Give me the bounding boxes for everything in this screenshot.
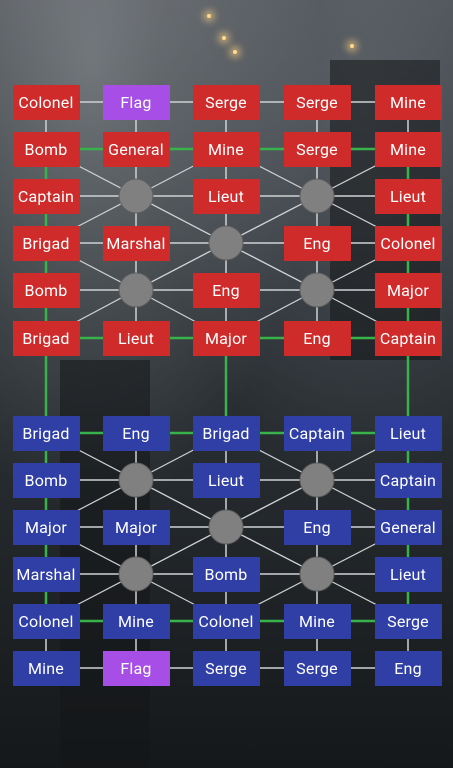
blue-piece-serge[interactable]: Serge xyxy=(374,603,442,639)
blue-piece-flag[interactable]: Flag xyxy=(102,650,170,686)
blue-piece-captain[interactable]: Captain xyxy=(374,462,442,498)
red-piece-colonel[interactable]: Colonel xyxy=(374,225,442,261)
red-piece-colonel[interactable]: Colonel xyxy=(12,84,80,120)
blue-piece-eng[interactable]: Eng xyxy=(102,415,170,451)
game-board: Colonel Flag Serge Serge Mine Bomb General Mine… xyxy=(0,0,453,768)
blue-piece-serge[interactable]: Serge xyxy=(283,650,351,686)
red-piece-lieut[interactable]: Lieut xyxy=(374,178,442,214)
camp-circle[interactable] xyxy=(299,178,335,214)
blue-piece-serge[interactable]: Serge xyxy=(192,650,260,686)
blue-piece-eng[interactable]: Eng xyxy=(374,650,442,686)
blue-piece-mine[interactable]: Mine xyxy=(283,603,351,639)
camp-circle[interactable] xyxy=(208,225,244,261)
blue-piece-colonel[interactable]: Colonel xyxy=(192,603,260,639)
camp-circle[interactable] xyxy=(299,556,335,592)
blue-piece-bomb[interactable]: Bomb xyxy=(192,556,260,592)
red-piece-captain[interactable]: Captain xyxy=(374,320,442,356)
red-piece-lieut[interactable]: Lieut xyxy=(102,320,170,356)
red-piece-eng[interactable]: Eng xyxy=(283,320,351,356)
red-piece-brigad[interactable]: Brigad xyxy=(12,225,80,261)
red-piece-bomb[interactable]: Bomb xyxy=(12,131,80,167)
blue-piece-marshal[interactable]: Marshal xyxy=(12,556,80,592)
blue-piece-bomb[interactable]: Bomb xyxy=(12,462,80,498)
red-piece-serge[interactable]: Serge xyxy=(283,131,351,167)
blue-piece-mine[interactable]: Mine xyxy=(102,603,170,639)
blue-piece-lieut[interactable]: Lieut xyxy=(192,462,260,498)
red-piece-bomb[interactable]: Bomb xyxy=(12,272,80,308)
camp-circle[interactable] xyxy=(299,462,335,498)
red-piece-marshal[interactable]: Marshal xyxy=(102,225,170,261)
red-piece-serge[interactable]: Serge xyxy=(192,84,260,120)
blue-piece-general[interactable]: General xyxy=(374,509,442,545)
blue-piece-captain[interactable]: Captain xyxy=(283,415,351,451)
red-piece-general[interactable]: General xyxy=(102,131,170,167)
red-piece-major[interactable]: Major xyxy=(192,320,260,356)
red-piece-eng[interactable]: Eng xyxy=(283,225,351,261)
blue-piece-brigad[interactable]: Brigad xyxy=(192,415,260,451)
red-piece-brigad[interactable]: Brigad xyxy=(12,320,80,356)
blue-piece-major[interactable]: Major xyxy=(12,509,80,545)
camp-circle[interactable] xyxy=(118,272,154,308)
blue-piece-colonel[interactable]: Colonel xyxy=(12,603,80,639)
red-piece-lieut[interactable]: Lieut xyxy=(192,178,260,214)
blue-piece-brigad[interactable]: Brigad xyxy=(12,415,80,451)
camp-circle[interactable] xyxy=(118,556,154,592)
blue-piece-mine[interactable]: Mine xyxy=(12,650,80,686)
camp-circle[interactable] xyxy=(299,272,335,308)
blue-piece-major[interactable]: Major xyxy=(102,509,170,545)
red-piece-mine[interactable]: Mine xyxy=(192,131,260,167)
red-piece-serge[interactable]: Serge xyxy=(283,84,351,120)
blue-piece-eng[interactable]: Eng xyxy=(283,509,351,545)
camp-circle[interactable] xyxy=(118,462,154,498)
blue-piece-lieut[interactable]: Lieut xyxy=(374,415,442,451)
camp-circle[interactable] xyxy=(208,509,244,545)
red-piece-flag[interactable]: Flag xyxy=(102,84,170,120)
red-piece-major[interactable]: Major xyxy=(374,272,442,308)
red-piece-eng[interactable]: Eng xyxy=(192,272,260,308)
red-piece-mine[interactable]: Mine xyxy=(374,131,442,167)
camp-circle[interactable] xyxy=(118,178,154,214)
red-piece-captain[interactable]: Captain xyxy=(12,178,80,214)
red-piece-mine[interactable]: Mine xyxy=(374,84,442,120)
blue-piece-lieut[interactable]: Lieut xyxy=(374,556,442,592)
